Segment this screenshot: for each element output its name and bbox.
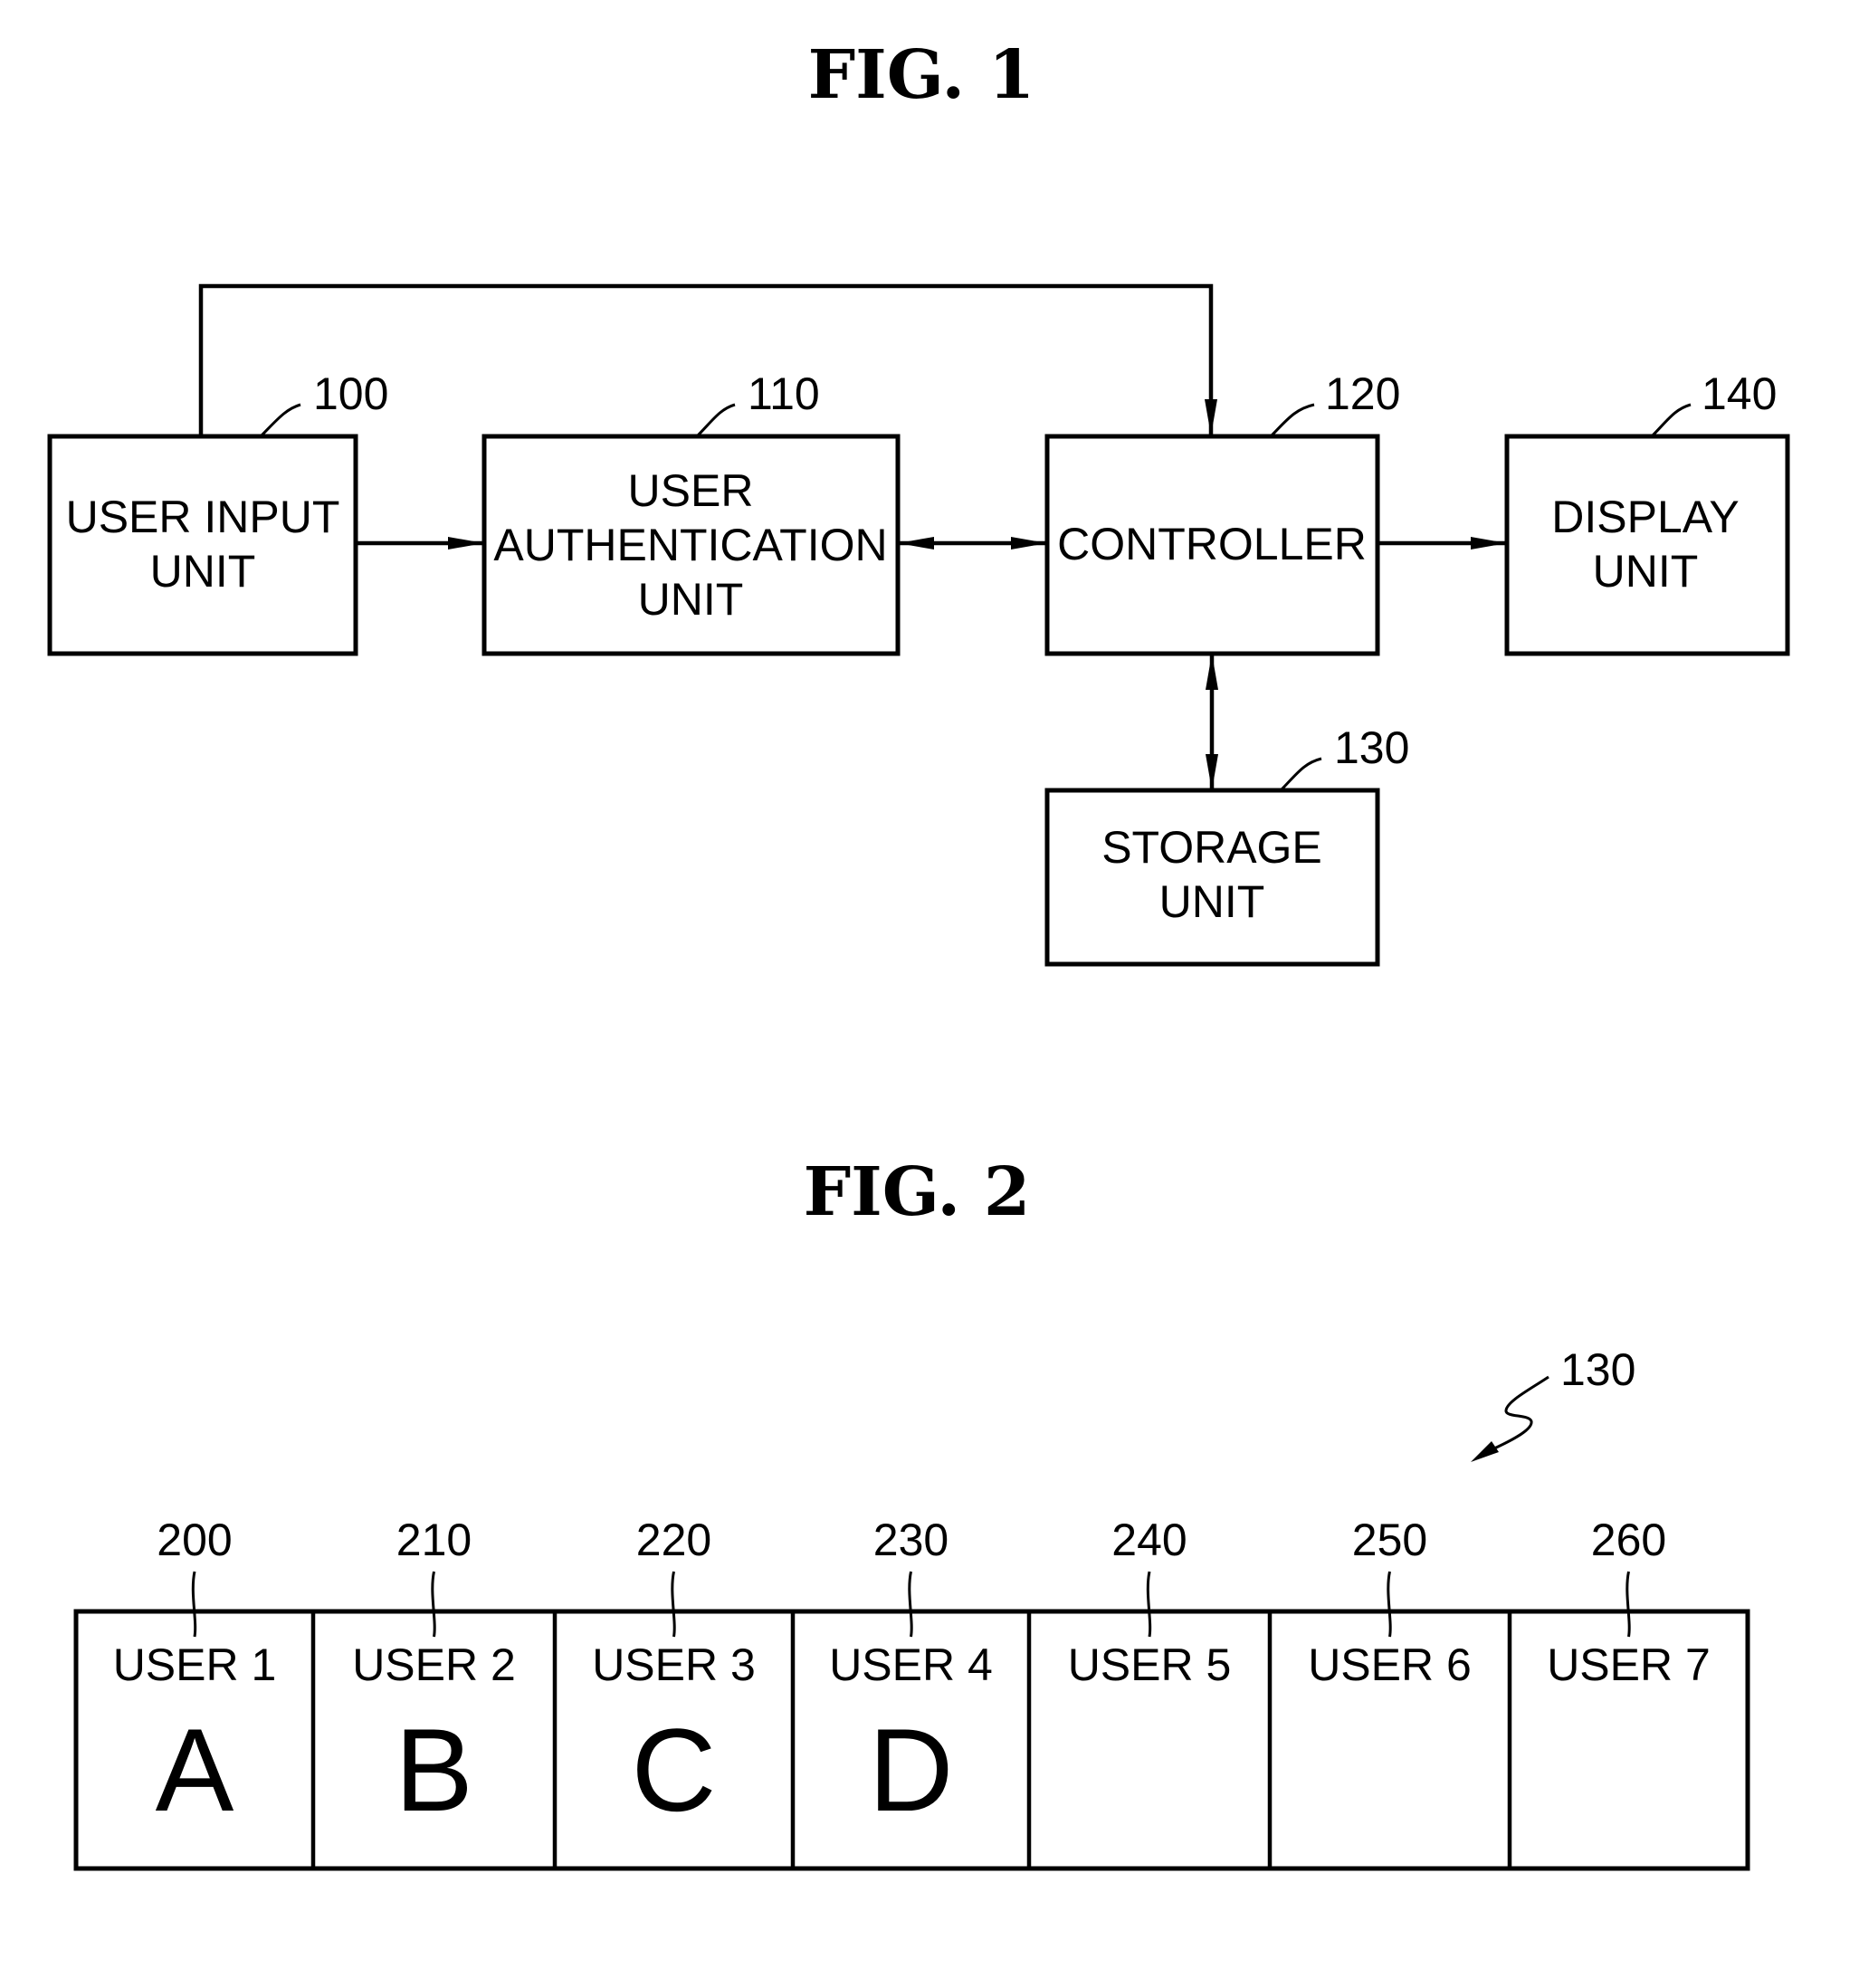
block-label: UNIT [1593,546,1699,597]
cell-reference-numeral: 260 [1591,1515,1666,1565]
block-label: UNIT [638,574,744,625]
figure-1: FIG. 1 USER INPUT UNIT 100 USER AUTHENTI… [47,36,1790,967]
cell-user-label: USER 6 [1308,1639,1472,1690]
cell-reference-numeral: 220 [636,1515,711,1565]
block-user-input-unit: USER INPUT UNIT 100 [47,368,388,656]
cell-user-label: USER 2 [352,1639,516,1690]
block-label: USER [628,465,754,516]
reference-numeral: 120 [1325,368,1400,419]
leader-line [259,403,301,438]
storage-reference: 130 [1471,1344,1635,1462]
leader-line [1650,403,1692,438]
figure-1-title: FIG. 1 [808,36,1035,114]
patent-drawing: FIG. 1 USER INPUT UNIT 100 USER AUTHENTI… [47,36,1790,1871]
cell-user-label: USER 4 [829,1639,993,1690]
cell-user-label: USER 5 [1068,1639,1232,1690]
figure-2: FIG. 2 130 200 USER 1 A 210 USER 2 B 220 USER 3… [73,1153,1750,1871]
leader-line [1269,403,1315,438]
block-label: CONTROLLER [1057,519,1367,569]
cell-user-label: USER 3 [592,1639,756,1690]
block-user-authentication-unit: USER AUTHENTICATION UNIT 110 [481,368,901,656]
cell-value: B [395,1704,473,1836]
squiggle-leader-line [1483,1375,1549,1455]
block-label: UNIT [1159,876,1265,927]
leader-line [1279,757,1322,792]
cell-value: C [632,1704,717,1836]
block-label: AUTHENTICATION [493,520,887,570]
reference-numeral-storage: 130 [1560,1344,1635,1395]
cell-reference-numeral: 210 [396,1515,472,1565]
figure-2-title: FIG. 2 [804,1153,1031,1231]
reference-numeral: 100 [313,368,388,419]
cell-user-label: USER 1 [113,1639,277,1690]
block-label: USER INPUT [66,492,340,542]
cell-reference-numeral: 230 [873,1515,949,1565]
block-label: UNIT [150,546,256,597]
block-label: STORAGE [1101,822,1322,873]
cell-value: D [869,1704,954,1836]
cell-reference-numeral: 250 [1352,1515,1427,1565]
cell-reference-numeral: 240 [1111,1515,1187,1565]
leader-line [695,403,736,438]
cell-user-label: USER 7 [1547,1639,1711,1690]
block-controller: CONTROLLER 120 [1044,368,1400,656]
reference-numeral: 110 [748,368,820,419]
block-display-unit: DISPLAY UNIT 140 [1504,368,1790,656]
cell-value: A [156,1704,234,1836]
block-label: DISPLAY [1551,492,1740,542]
reference-numeral: 130 [1334,722,1409,773]
reference-numeral: 140 [1702,368,1777,419]
user-table: 200 USER 1 A 210 USER 2 B 220 USER 3 C 230 USER 4 D… [73,1515,1750,1871]
squiggle-arrowhead [1471,1441,1499,1462]
cell-reference-numeral: 200 [157,1515,232,1565]
block-storage-unit: STORAGE UNIT 130 [1044,722,1409,967]
